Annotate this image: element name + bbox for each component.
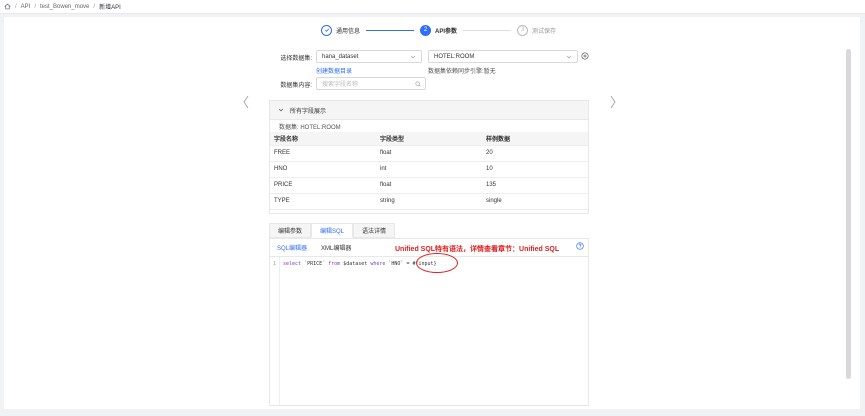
fields-panel-header[interactable]: 所有字段展示	[270, 101, 588, 120]
table-cell: string	[376, 193, 482, 210]
field-search-placeholder: 搜索字段名称	[322, 82, 359, 88]
unified-sql-note: Unified SQL特有语法，详情查看章节：Unified SQL	[395, 246, 560, 253]
sync-engine-hint: 数据集依赖同步引擎:暂无	[428, 69, 496, 75]
code-column: `PRICE`	[301, 261, 329, 267]
sql-code-editor[interactable]: 1 select `PRICE` from $dataset where `HN…	[270, 253, 588, 405]
step-connector	[463, 29, 512, 31]
tab-edit-sql[interactable]: 编辑SQL	[311, 223, 354, 238]
code-keyword: where	[370, 261, 386, 267]
table-cell: 135	[482, 177, 588, 194]
table-cell: 20	[482, 145, 588, 162]
dataset-name-line: 数据集: HOTEL:ROOM	[279, 124, 341, 131]
table-cell: float	[376, 177, 482, 194]
sql-editor-panel: SQL编辑器 XML编辑器 Unified SQL特有语法，详情查看章节：Uni…	[269, 238, 589, 406]
sql-code-line[interactable]: select `PRICE` from $dataset where `HNO`…	[280, 253, 588, 405]
dataset-select[interactable]: hana_dataset	[316, 50, 422, 63]
breadcrumb-current: 新增API	[99, 5, 121, 11]
table-row: FREE float 20	[270, 145, 588, 162]
line-number: 1	[270, 257, 280, 405]
main-panel: 通用信息 2 API参数 3 测试保存 选择数据集: hana_dataset …	[4, 17, 860, 409]
step-2-circle: 2	[420, 24, 432, 36]
dataset-content-label: 数据集内容:	[280, 83, 312, 89]
next-arrow-icon[interactable]	[609, 95, 617, 109]
table-cell: int	[376, 161, 482, 178]
breadcrumb-separator: /	[34, 3, 37, 10]
code-keyword: select	[283, 261, 302, 267]
step-3-circle: 3	[517, 24, 529, 36]
table-select[interactable]: HOTEL:ROOM	[428, 50, 578, 63]
home-icon[interactable]	[4, 3, 11, 10]
fields-panel: 所有字段展示 数据集: HOTEL:ROOM 字段名称 字段类型 样例数据 FR…	[269, 100, 589, 214]
editor-tabs: 编辑参数 编辑SQL 语法详情	[269, 223, 396, 238]
column-header-field-name: 字段名称	[270, 132, 376, 146]
tab-syntax-details[interactable]: 语法详情	[353, 223, 396, 238]
table-cell: FREE	[270, 145, 376, 162]
table-cell: float	[376, 145, 482, 162]
dataset-select-value: hana_dataset	[322, 53, 359, 60]
breadcrumb-separator: /	[15, 3, 17, 10]
table-header-row: 字段名称 字段类型 样例数据	[270, 132, 588, 146]
step-3-label: 测试保存	[532, 28, 557, 35]
column-header-sample-data: 样例数据	[482, 132, 588, 146]
table-row: HNO int 10	[270, 161, 588, 178]
table-cell: single	[482, 193, 588, 210]
table-cell: PRICE	[270, 177, 376, 194]
breadcrumb-separator: /	[93, 3, 96, 10]
code-keyword: from	[328, 261, 341, 267]
code-condition: `HNO` =	[385, 261, 413, 267]
table-row: TYPE string single	[270, 193, 588, 210]
step-indicator: 通用信息 2 API参数 3 测试保存	[321, 23, 561, 37]
breadcrumb-item-project[interactable]: test_Bowen_move	[40, 4, 89, 10]
column-header-field-type: 字段类型	[376, 132, 482, 146]
tab-edit-params[interactable]: 编辑参数	[269, 223, 312, 238]
vertical-scrollbar[interactable]	[846, 49, 851, 379]
subtab-sql-editor[interactable]: SQL编辑器	[277, 243, 307, 252]
check-icon	[324, 28, 329, 32]
field-search-input[interactable]: 搜索字段名称	[316, 77, 426, 90]
chevron-down-icon	[566, 55, 572, 59]
table-row: PRICE float 135	[270, 177, 588, 194]
subtab-xml-editor[interactable]: XML编辑器	[321, 243, 351, 252]
step-connector	[366, 29, 415, 31]
step-1-circle	[321, 24, 332, 36]
table-cell: 10	[482, 161, 588, 178]
breadcrumb-item-api[interactable]: API	[21, 4, 31, 10]
chevron-down-icon	[278, 108, 284, 112]
add-circle-icon[interactable]	[581, 52, 589, 60]
step-2-label: API参数	[435, 28, 458, 35]
help-icon[interactable]	[576, 242, 584, 250]
previous-arrow-icon[interactable]	[242, 95, 250, 109]
annotation-circle	[416, 253, 458, 273]
table-select-value: HOTEL:ROOM	[434, 53, 475, 60]
fields-panel-title: 所有字段展示	[290, 108, 327, 115]
dataset-label: 选择数据集:	[280, 56, 312, 62]
table-cell: TYPE	[270, 193, 376, 210]
table-cell: HNO	[270, 161, 376, 178]
code-table: $dataset	[340, 261, 371, 267]
step-1-label: 通用信息	[336, 28, 361, 35]
chevron-down-icon	[410, 55, 416, 59]
fields-table: 字段名称 字段类型 样例数据 FREE float 20 HNO int 10 …	[270, 132, 588, 210]
breadcrumb: / API / test_Bowen_move / 新增API	[0, 0, 865, 14]
search-icon[interactable]	[415, 81, 421, 87]
create-data-directory-link[interactable]: 创建数据目录	[316, 66, 352, 75]
